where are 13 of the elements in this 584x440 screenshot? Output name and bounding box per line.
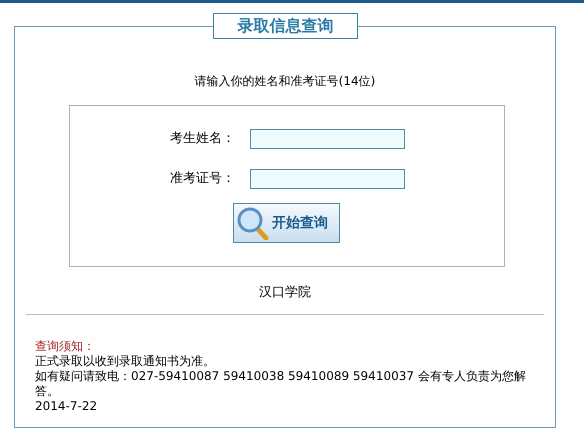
search-button[interactable]: 开始查询 [233, 203, 340, 243]
notice-heading: 查询须知： [35, 339, 96, 354]
search-icon [236, 206, 270, 240]
instruction-text: 请输入你的姓名和准考证号(14位) [194, 73, 376, 89]
input-field[interactable] [250, 129, 405, 149]
notice-text: 正式录取以收到录取通知书为准。 [35, 354, 216, 369]
field-label: 准考证号： [169, 170, 235, 188]
school-name: 汉口学院 [258, 284, 312, 302]
page-title: 录取信息查询 [213, 13, 358, 39]
notice-date: 2014-7-22 [35, 399, 98, 414]
field-label: 考生姓名： [169, 130, 235, 148]
input-field[interactable] [250, 169, 405, 189]
notice-text: 如有疑问请致电：027-59410087 59410038 59410089 59410037 会有专人负责为您解答。 [35, 369, 527, 399]
